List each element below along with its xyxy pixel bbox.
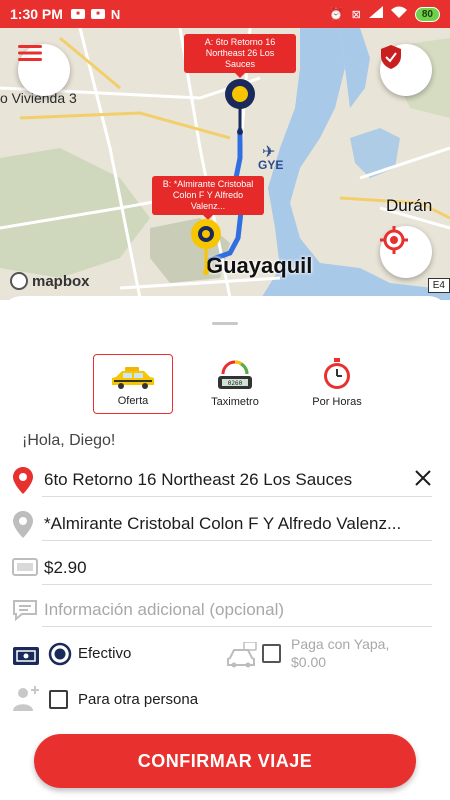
taxi-icon [112,367,154,389]
additional-info-input[interactable]: Información adicional (opcional) [44,600,424,620]
locate-me-button[interactable] [380,226,432,278]
origin-row: 6to Retorno 16 Northeast 26 Los Sauces [0,464,450,498]
map-label-duran: Durán [386,196,433,215]
yapa-amount: $0.00 [291,654,327,670]
alarm-icon: ⏰ [328,7,344,21]
greeting-text: ¡Hola, Diego! [22,432,116,449]
clear-origin-icon[interactable] [413,468,433,493]
service-taximetro-label: Taximetro [211,396,259,408]
drag-handle[interactable] [212,322,238,325]
yapa-label: Paga con Yapa, [291,636,390,652]
trip-request-sheet: Oferta 0260 Taximetro Por Horas ¡Hola, D… [0,296,450,800]
other-person-row: Para otra persona [0,682,450,718]
status-system-icons: ⏰ ⊠ 80 [329,5,440,23]
service-por-horas-label: Por Horas [312,396,362,408]
pickup-callout-text: A: 6to Retorno 16 Northeast 26 Los Sauce… [204,37,276,69]
taximeter-icon: 0260 [218,360,252,389]
comment-icon [13,600,37,621]
divider [42,540,432,541]
map-label-gye: GYE [258,158,284,172]
service-oferta-label: Oferta [117,395,149,407]
status-time: 1:30 PM [10,6,63,22]
add-person-icon [13,686,39,711]
divider [42,626,432,627]
status-bar: 1:30 PM ■ ■ N ⏰ ⊠ 80 [0,0,450,28]
mapbox-icon [10,272,28,290]
battery-indicator: 80 [414,6,440,22]
cash-radio[interactable] [48,642,72,671]
pickup-callout[interactable]: A: 6to Retorno 16 Northeast 26 Los Sauce… [184,34,296,78]
status-notification-icons: ■ ■ N [70,6,121,22]
confirm-trip-button[interactable]: CONFIRMAR VIAJE [34,734,416,788]
cash-label: Efectivo [78,645,132,662]
stopwatch-icon [324,358,350,389]
app-notification-icon: ■ [90,9,105,19]
service-taximetro[interactable]: 0260 Taximetro [195,354,275,414]
additional-info-row: Información adicional (opcional) [0,594,450,628]
hamburger-icon [18,45,42,61]
origin-pin-icon [13,467,33,494]
service-selector: Oferta 0260 Taximetro Por Horas [93,354,399,414]
cash-icon [12,558,38,576]
signal-icon [368,5,383,23]
no-sim-icon: ⊠ [351,8,361,21]
car-wallet-icon [227,642,257,668]
destination-row: *Almirante Cristobal Colon F Y Alfredo V… [0,508,450,542]
shield-icon [381,45,401,69]
other-person-checkbox[interactable] [49,690,68,709]
menu-button[interactable] [18,44,70,96]
service-por-horas[interactable]: Por Horas [297,354,377,414]
price-input[interactable]: $2.90 [44,558,424,578]
crosshair-icon [380,226,408,254]
svg-text:0260: 0260 [228,380,243,387]
other-person-label: Para otra persona [78,691,199,708]
divider [42,496,432,497]
destination-callout[interactable]: B: *Almirante Cristobal Colon F Y Alfred… [152,176,264,220]
map-view[interactable]: ✈ o Vivienda 3 GYE Durán Guayaquil A: 6t… [0,28,450,300]
mapbox-text: mapbox [32,272,90,290]
destination-input[interactable]: *Almirante Cristobal Colon F Y Alfredo V… [44,514,436,534]
app-notification-icon: ■ [70,9,85,19]
yapa-checkbox[interactable] [262,644,281,663]
divider [42,584,432,585]
price-row: $2.90 [0,552,450,586]
mapbox-logo: mapbox [10,272,90,290]
cash-payment-icon [13,647,39,665]
payment-row: Efectivo Paga con Yapa, $0.00 [0,636,450,676]
road-badge: E4 [427,278,450,293]
wifi-icon [390,5,407,23]
destination-pin-icon [13,511,33,538]
security-button[interactable] [380,44,432,96]
origin-input[interactable]: 6to Retorno 16 Northeast 26 Los Sauces [44,470,384,490]
notification-n-icon: N [110,6,121,22]
destination-callout-text: B: *Almirante Cristobal Colon F Y Alfred… [162,179,254,211]
service-oferta[interactable]: Oferta [93,354,173,414]
